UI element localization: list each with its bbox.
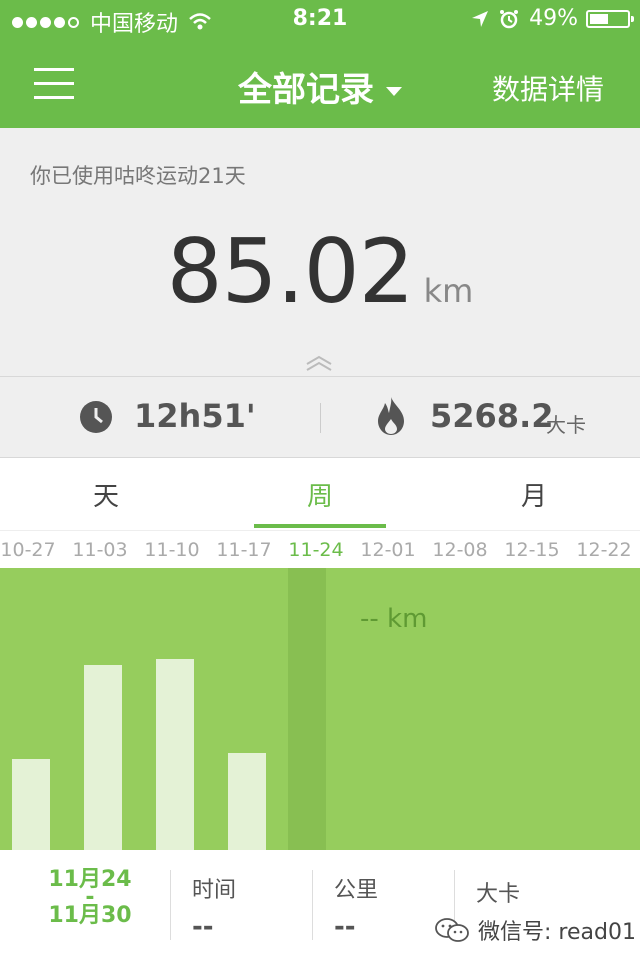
clock-icon [80,401,112,433]
footer-divider [170,870,171,940]
time-value: -- [192,912,214,942]
week-label[interactable]: 11-17 [212,539,276,561]
week-label[interactable]: 12-01 [356,539,420,561]
week-summary-footer: 11月24 - 11月30 时间 -- 公里 -- 大卡 微信号: read01 [0,850,640,960]
active-tab-indicator [254,524,386,528]
date-end: 11月30 [48,903,132,928]
nav-title-label: 全部记录 [238,70,374,110]
summary-panel: 你已使用咕咚运动21天 85.02 km [0,128,640,376]
week-label[interactable]: 11-24 [284,539,348,561]
chart-bar[interactable] [228,753,266,850]
records-filter-dropdown[interactable]: 全部记录 [238,70,402,110]
time-label: 时间 [192,878,237,903]
battery-fill [590,13,608,24]
caret-down-icon [386,87,402,96]
calories-unit: 大卡 [546,413,586,437]
tab-day[interactable]: 天 [76,476,136,513]
week-label[interactable]: 12-22 [572,539,636,561]
tab-month[interactable]: 月 [504,476,564,513]
distance-value-footer: -- [334,912,356,942]
data-details-button[interactable]: 数据详情 [492,68,604,108]
chart-bar[interactable] [84,664,122,850]
watermark-text: 微信号: read01 [478,920,636,945]
period-tabs: 天 周 月 [0,458,640,530]
week-label[interactable]: 10-27 [0,539,60,561]
status-right: 49% [471,6,634,31]
tab-week[interactable]: 周 [290,476,350,513]
week-label[interactable]: 12-08 [428,539,492,561]
chart-bar[interactable] [156,659,194,850]
total-time: 12h51' [134,397,256,435]
chart-bar[interactable] [12,758,50,850]
week-selector: 10-27 11-03 11-10 11-17 11-24 12-01 12-08 12-15… [0,530,640,568]
week-label[interactable]: 11-10 [140,539,204,561]
total-distance: 85.02 km [0,220,640,323]
nav-bar: 全部记录 数据详情 [0,40,640,128]
battery-percent: 49% [529,6,578,31]
alarm-icon [500,9,519,28]
date-range: 11月24 - 11月30 [20,868,160,928]
stats-bar: 12h51' 5268.2 大卡 [0,376,640,458]
selected-week-distance: -- km [360,604,428,634]
total-calories: 5268.2 [430,397,554,435]
fire-icon [378,397,404,435]
location-arrow-icon [472,10,489,27]
wechat-icon [435,918,469,942]
chevron-up-icon[interactable] [304,354,334,374]
weekly-distance-chart: -- km [0,568,640,850]
footer-divider [312,870,313,940]
distance-value: 85.02 [166,220,415,323]
usage-days-text: 你已使用咕咚运动21天 [30,164,246,188]
stats-divider [320,403,321,433]
status-bar: 中国移动 8:21 49% [0,0,640,40]
week-label[interactable]: 12-15 [500,539,564,561]
calories-label: 大卡 [476,882,521,907]
selected-week-column[interactable] [288,568,326,850]
week-label[interactable]: 11-03 [68,539,132,561]
battery-icon [586,9,634,28]
distance-label: 公里 [334,878,379,903]
distance-unit: km [423,272,474,310]
wechat-watermark: 微信号: read01 [434,914,636,946]
hamburger-icon[interactable] [34,68,74,102]
